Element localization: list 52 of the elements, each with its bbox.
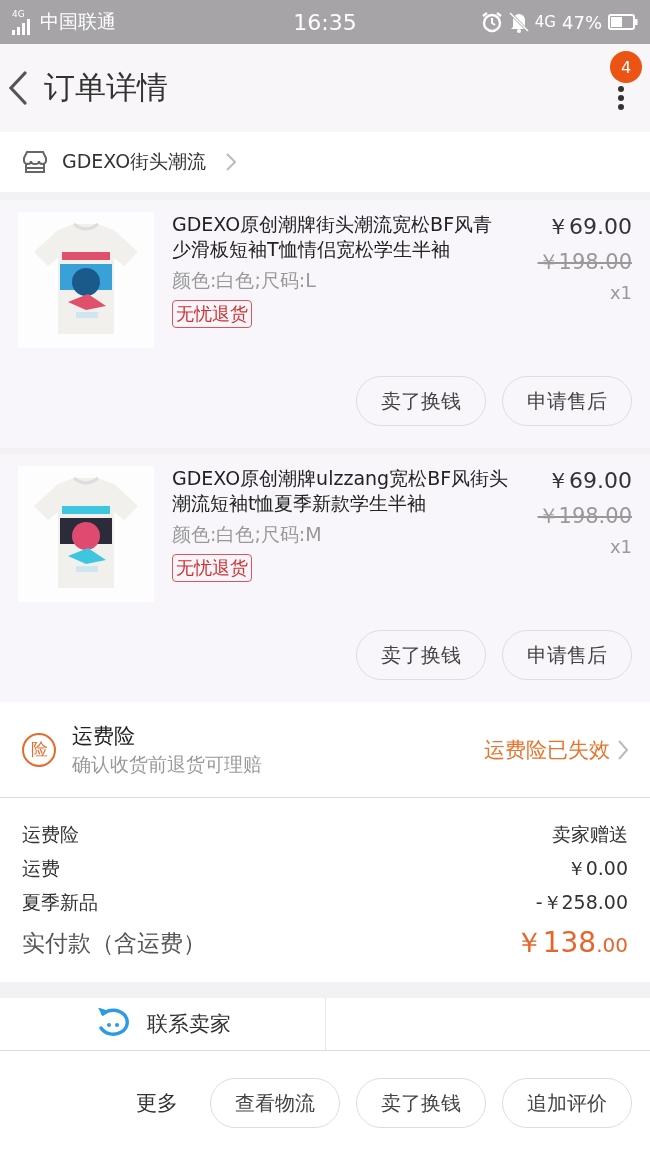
shop-row[interactable]: GDEXO街头潮流 [0, 132, 650, 192]
product-price: ￥69.00 [547, 467, 632, 495]
insurance-icon: 险 [22, 732, 56, 767]
back-icon[interactable] [8, 71, 28, 105]
summary-value: ￥0.00 [566, 856, 628, 881]
insurance-subtitle: 确认收货前退货可理赔 [72, 751, 262, 777]
battery-icon [608, 14, 638, 30]
product-variant: 颜色:白色;尺码:M [172, 522, 322, 547]
summary-label: 夏季新品 [22, 890, 98, 915]
action-button[interactable]: 卖了换钱 [356, 376, 486, 426]
product-quantity: x1 [609, 282, 632, 303]
battery-percent: 47% [562, 11, 602, 33]
contact-seller-link[interactable]: 联系卖家 [146, 1010, 231, 1038]
summary-value: -￥258.00 [535, 890, 628, 915]
more-link[interactable]: 更多 [136, 1089, 178, 1117]
return-tag: 无忧退货 [172, 554, 252, 582]
summary-value: 卖家赠送 [552, 822, 628, 847]
action-button[interactable]: 卖了换钱 [356, 630, 486, 680]
insurance-row[interactable]: 险 运费险 确认收货前退货可理赔 运费险已失效 [0, 702, 650, 798]
product-quantity: x1 [609, 536, 632, 557]
alarm-icon [480, 11, 503, 33]
clock-time: 16:35 [293, 9, 357, 35]
network-label: 4G [534, 13, 556, 31]
more-icon[interactable] [617, 85, 625, 111]
action-button[interactable]: 查看物流 [210, 1078, 340, 1128]
product-title[interactable]: GDEXO原创潮牌ulzzang宽松BF风街头潮流短袖t恤夏季新款学生半袖 [172, 466, 510, 516]
product-title[interactable]: GDEXO原创潮牌街头潮流宽松BF风青少滑板短袖T恤情侣宽松学生半袖 [172, 212, 510, 262]
product-variant: 颜色:白色;尺码:L [172, 268, 316, 293]
action-button[interactable]: 申请售后 [502, 376, 632, 426]
original-price: ￥198.00 [537, 249, 632, 276]
total-amount: ￥138.00 [514, 925, 628, 961]
original-price: ￥198.00 [537, 503, 632, 530]
shop-name: GDEXO街头潮流 [62, 149, 207, 174]
carrier-name: 中国联通 [40, 9, 116, 34]
summary-label: 运费 [22, 856, 60, 881]
chevron-right-icon [618, 739, 628, 760]
product-price: ￥69.00 [547, 213, 632, 241]
action-button[interactable]: 卖了换钱 [356, 1078, 486, 1128]
signal-icon [12, 18, 32, 35]
return-tag: 无忧退货 [172, 300, 252, 328]
chevron-right-icon [226, 153, 237, 171]
total-label: 实付款（含运费） [22, 928, 206, 958]
muted-bell-icon [508, 11, 529, 33]
insurance-status: 运费险已失效 [484, 736, 610, 764]
notification-badge: 4 [610, 51, 642, 83]
shop-icon [22, 150, 48, 174]
summary-label: 运费险 [22, 822, 79, 847]
signal-label: 4G [12, 9, 25, 19]
insurance-title: 运费险 [72, 722, 136, 750]
action-button[interactable]: 申请售后 [502, 630, 632, 680]
action-button[interactable]: 追加评价 [502, 1078, 632, 1128]
page-title: 订单详情 [44, 68, 168, 107]
